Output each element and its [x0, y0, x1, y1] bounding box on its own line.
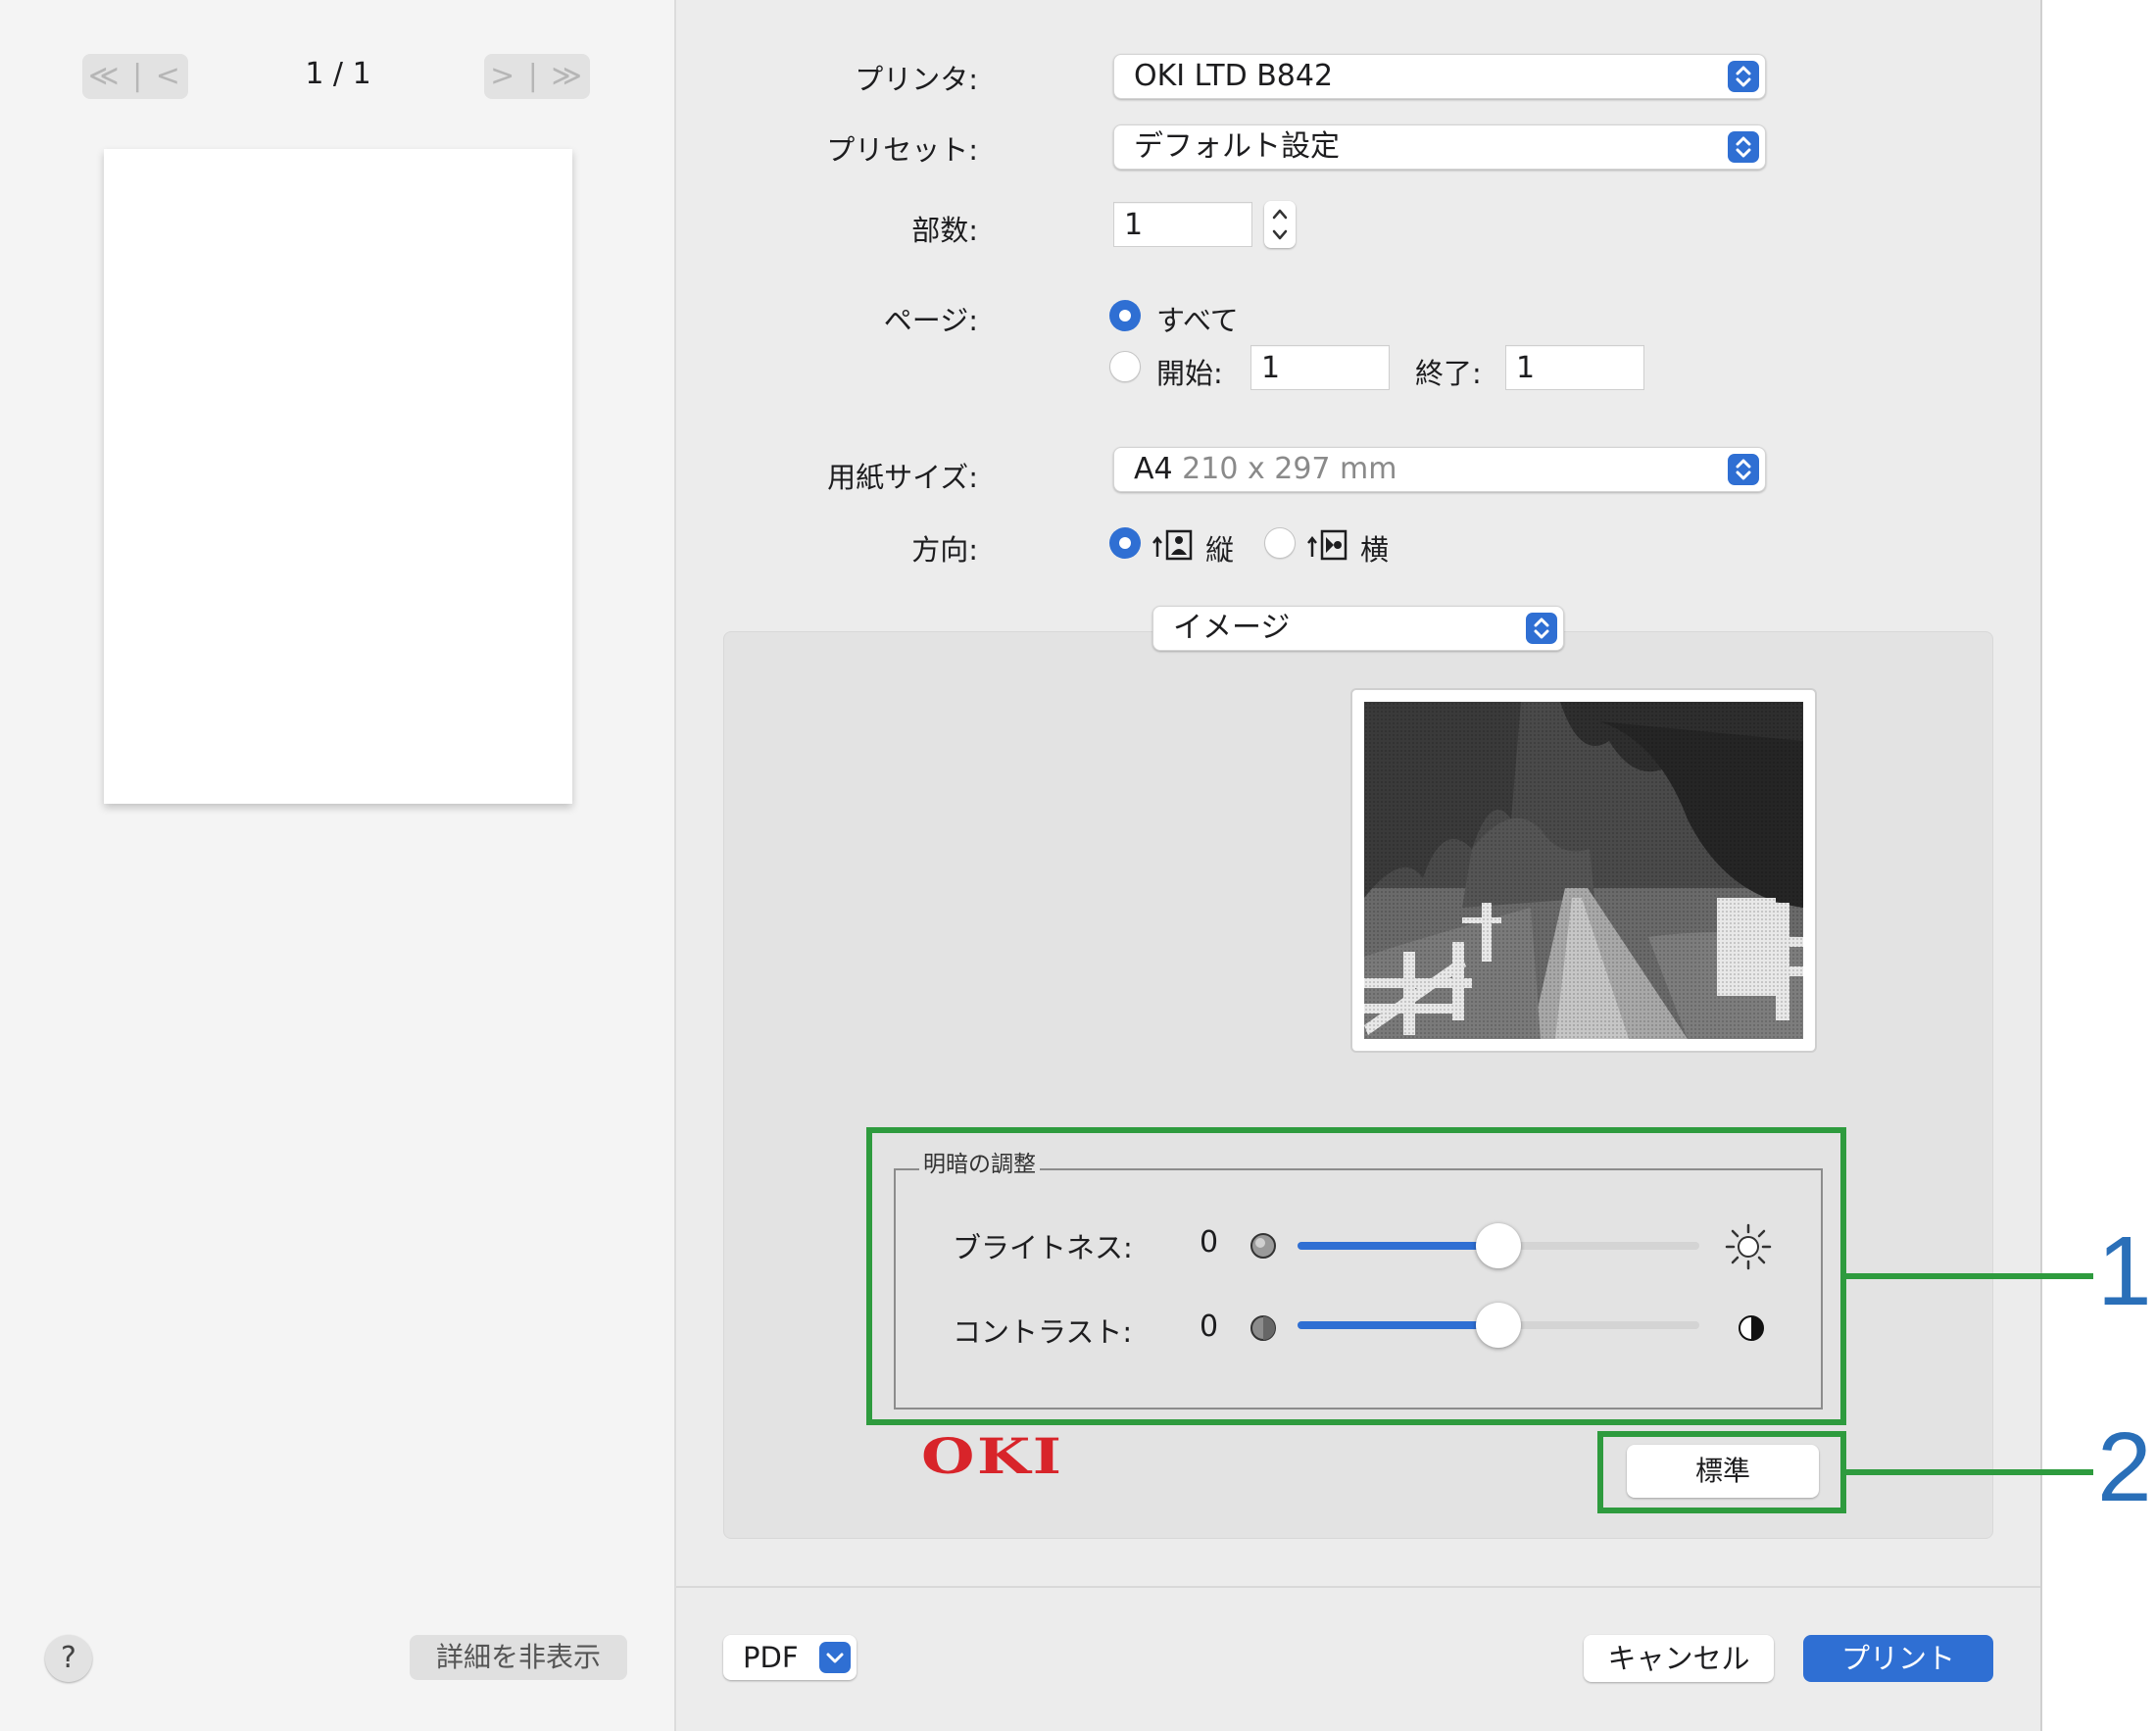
updown-chevron-icon: [1728, 61, 1759, 92]
paper-name: A4: [1134, 452, 1173, 486]
pages-to-field[interactable]: [1505, 345, 1644, 390]
paper-size-value: A4 210 x 297 mm: [1134, 448, 1397, 491]
copies-field[interactable]: [1113, 202, 1252, 247]
callout-box-1: [866, 1127, 1846, 1425]
updown-chevron-icon: [1728, 454, 1759, 485]
pdf-menu-button[interactable]: PDF: [723, 1635, 857, 1680]
updown-chevron-icon: [1728, 131, 1759, 163]
bottom-separator: [676, 1586, 2040, 1588]
next-last-page-button[interactable]: > | ≫: [484, 54, 590, 99]
pdf-label: PDF: [743, 1641, 799, 1674]
orientation-landscape-radio[interactable]: [1264, 527, 1296, 559]
landscape-orientation-icon: [1307, 529, 1348, 561]
callout-number-2: 2: [2097, 1412, 2152, 1522]
preset-label: プリセット:: [826, 133, 978, 167]
printer-select[interactable]: OKI LTD B842: [1113, 54, 1766, 99]
pages-to-input[interactable]: [1506, 346, 1643, 389]
printer-value: OKI LTD B842: [1134, 59, 1334, 93]
paper-size-label: 用紙サイズ:: [827, 461, 978, 494]
copies-input[interactable]: [1114, 203, 1251, 246]
callout-number-1: 1: [2097, 1216, 2152, 1326]
callout-box-2: [1597, 1431, 1846, 1513]
print-button[interactable]: プリント: [1803, 1635, 1993, 1682]
orientation-portrait-label: 縦: [1205, 533, 1235, 567]
updown-chevron-icon: [1526, 613, 1557, 644]
cancel-button[interactable]: キャンセル: [1584, 1635, 1774, 1682]
pages-from-input[interactable]: [1251, 346, 1389, 389]
page-count: 1 / 1: [305, 57, 371, 91]
preset-select[interactable]: デフォルト設定: [1113, 124, 1766, 170]
pages-range-radio[interactable]: [1109, 351, 1141, 382]
section-select[interactable]: イメージ: [1152, 606, 1564, 651]
callout-line-2: [1846, 1469, 2093, 1475]
section-value: イメージ: [1173, 611, 1291, 645]
orientation-landscape-label: 横: [1360, 533, 1390, 567]
oki-logo: OKI: [921, 1427, 1064, 1485]
copies-stepper[interactable]: [1264, 201, 1296, 248]
stepper-arrows-icon: [1272, 209, 1288, 240]
pages-from-field[interactable]: [1250, 345, 1390, 390]
paper-dims: 210 x 297 mm: [1182, 452, 1397, 486]
copies-label: 部数:: [911, 214, 978, 247]
page-preview: [104, 149, 572, 804]
pages-all-radio[interactable]: [1109, 300, 1141, 331]
image-preview: [1350, 688, 1817, 1053]
pages-from-label: 開始:: [1156, 357, 1223, 390]
pages-to-label: 終了:: [1415, 357, 1482, 390]
callout-line-1: [1846, 1273, 2093, 1279]
pages-all-label: すべて: [1156, 304, 1239, 337]
chevron-down-icon: [819, 1642, 851, 1673]
orientation-portrait-radio[interactable]: [1109, 527, 1141, 559]
preset-value: デフォルト設定: [1134, 129, 1340, 164]
orientation-label: 方向:: [911, 533, 978, 567]
portrait-orientation-icon: [1152, 529, 1193, 561]
first-prev-page-button[interactable]: ≪ | <: [82, 54, 188, 99]
hide-details-button[interactable]: 詳細を非表示: [410, 1635, 627, 1680]
preview-pane: ≪ | < 1 / 1 > | ≫ ? 詳細を非表示: [0, 0, 676, 1731]
help-button[interactable]: ?: [45, 1635, 92, 1682]
paper-size-select[interactable]: A4 210 x 297 mm: [1113, 447, 1766, 492]
pages-label: ページ:: [883, 304, 978, 337]
sample-photo: [1364, 702, 1803, 1039]
printer-label: プリンタ:: [855, 63, 978, 96]
